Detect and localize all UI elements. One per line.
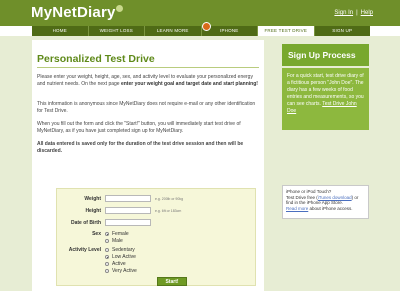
iphone-text-lead: Test Drive free	[286, 194, 316, 200]
page-title: Personalized Test Drive	[37, 53, 155, 65]
height-input[interactable]	[105, 207, 151, 214]
weight-hint: e.g. 200lb or 90kg	[155, 197, 184, 201]
sex-female-label: Female	[112, 231, 129, 237]
start-note: When you fill out the form and click the…	[37, 121, 241, 134]
sidebar: Sign Up Process For a quick start, test …	[282, 44, 369, 291]
sex-male-label: Male	[112, 238, 123, 244]
activity-active-radio[interactable]	[105, 262, 109, 266]
dob-input[interactable]	[105, 219, 151, 226]
activity-low-active-label: Low Active	[112, 254, 136, 260]
main-nav: HOME WEIGHT LOSS LEARN MORE IPHONE FREE …	[32, 26, 370, 36]
activity-very-active-label: Very Active	[112, 268, 137, 274]
notification-badge-icon	[202, 22, 211, 31]
tab-home[interactable]: HOME	[32, 26, 89, 36]
start-button[interactable]: Start!	[157, 277, 187, 286]
test-drive-form: Weight e.g. 200lb or 90kg Height e.g. 6f…	[56, 188, 256, 286]
iphone-info-box: iPhone or iPod Touch? Test Drive free (i…	[282, 185, 369, 219]
logo[interactable]: MyNetDiary	[31, 4, 116, 21]
main-content: Personalized Test Drive Please enter you…	[32, 40, 264, 291]
title-divider	[37, 67, 259, 68]
sex-female-radio[interactable]	[105, 232, 109, 236]
read-more-text: about iPhone access.	[309, 205, 353, 211]
height-hint: e.g. 6ft or 183cm	[155, 209, 182, 213]
intro-bold-text: enter your weight goal and target date a…	[120, 81, 258, 87]
weight-input[interactable]	[105, 195, 151, 202]
dob-label: Date of Birth	[71, 220, 101, 226]
activity-low-active-radio[interactable]	[105, 255, 109, 259]
tab-weight-loss[interactable]: WEIGHT LOSS	[89, 26, 145, 36]
tab-learn-more[interactable]: LEARN MORE	[145, 26, 202, 36]
height-label: Height	[85, 208, 101, 214]
header-bar: MyNetDiary Sign In | Help	[0, 0, 400, 26]
anonymous-note: This information is anonymous since MyNe…	[37, 101, 256, 114]
iphone-more: Read more about iPhone access.	[286, 206, 365, 212]
activity-sedentary-radio[interactable]	[105, 248, 109, 252]
read-more-link[interactable]: Read more	[286, 206, 308, 211]
activity-active-label: Active	[112, 261, 126, 267]
tab-sign-up[interactable]: SIGN UP	[315, 26, 371, 36]
sex-label: Sex	[92, 231, 101, 237]
weight-label: Weight	[84, 196, 101, 202]
help-link[interactable]: Help	[361, 10, 373, 16]
top-links: Sign In | Help	[334, 10, 373, 16]
discard-warning: All data entered is saved only for the d…	[37, 141, 244, 154]
sex-male-radio[interactable]	[105, 239, 109, 243]
link-separator: |	[356, 10, 358, 16]
tab-free-test-drive[interactable]: FREE TEST DRIVE	[258, 26, 315, 36]
signup-process-panel: For a quick start, test drive diary of a…	[282, 68, 369, 130]
iphone-text: Test Drive free (iTunes download) or fin…	[286, 194, 359, 206]
activity-very-active-radio[interactable]	[105, 269, 109, 273]
activity-sedentary-label: Sedentary	[112, 247, 135, 253]
logo-leaf-icon	[116, 5, 123, 12]
intro-paragraph: Please enter your weight, height, age, s…	[37, 74, 259, 88]
activity-level-label: Activity Level	[68, 247, 101, 253]
itunes-download-link[interactable]: iTunes download	[318, 195, 352, 200]
signup-process-title: Sign Up Process	[282, 44, 369, 66]
sign-in-link[interactable]: Sign In	[334, 10, 353, 16]
